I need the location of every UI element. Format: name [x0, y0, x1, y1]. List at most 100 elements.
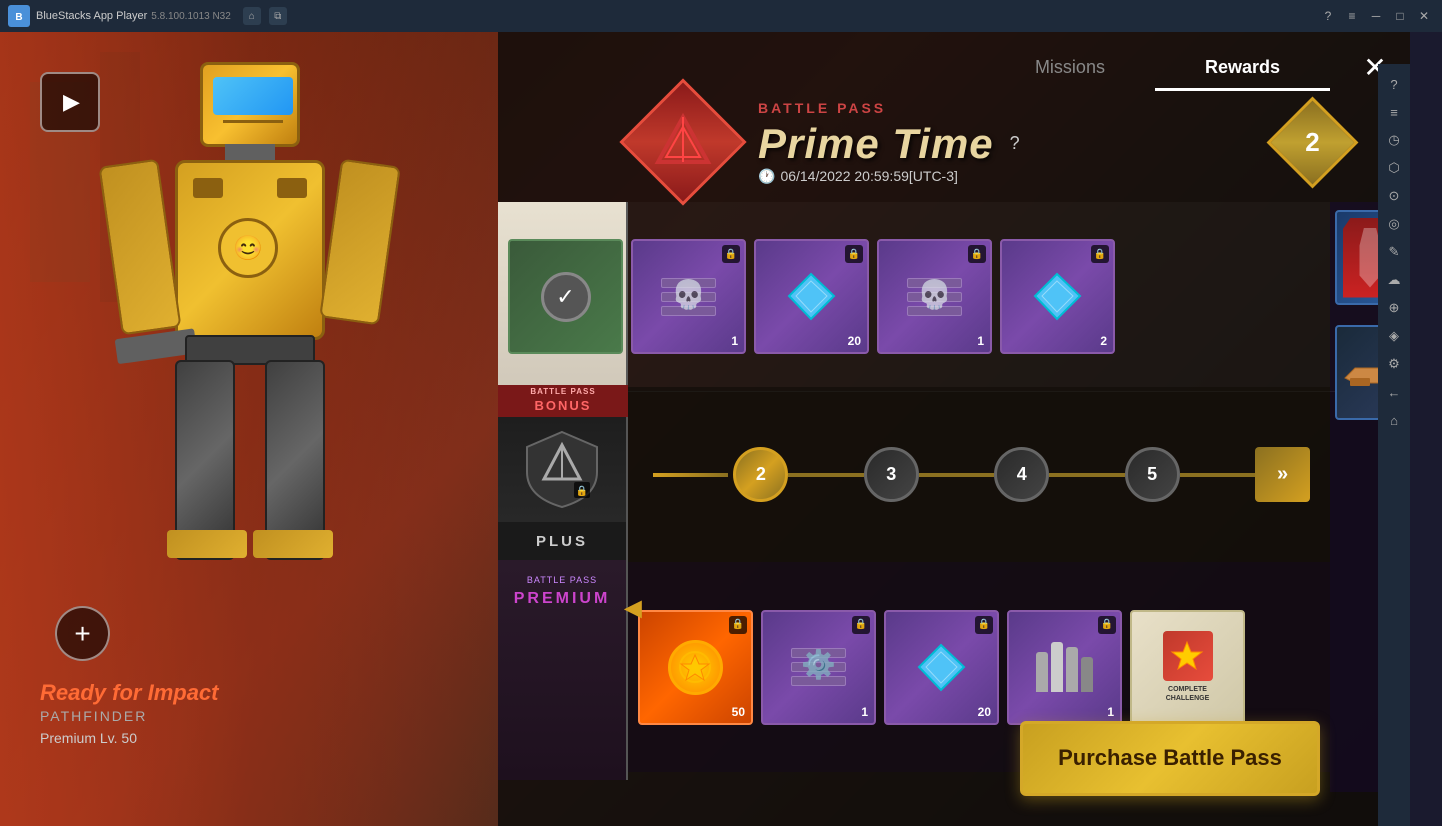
plus-tier-logo: 🔒	[522, 427, 602, 512]
menu-btn[interactable]: ≡	[1342, 6, 1362, 26]
bp-title-area: BATTLE PASS Prime Time ? 🕐 06/14/2022 20…	[758, 100, 1255, 185]
sidebar-icon-help[interactable]: ?	[1382, 72, 1406, 96]
character-level: Premium Lv. 50	[40, 730, 219, 746]
character-area: 😊	[0, 32, 500, 826]
sidebar-icon-target[interactable]: ◎	[1382, 212, 1406, 236]
clock-icon: 🕐	[758, 168, 775, 185]
close-window-btn[interactable]: ✕	[1414, 6, 1434, 26]
stacks-icon: 💀	[661, 278, 716, 316]
complete-challenge-text: COMPLETECHALLENGE	[1155, 623, 1221, 711]
play-button[interactable]	[40, 72, 100, 132]
sidebar-icon-add[interactable]: ⊕	[1382, 296, 1406, 320]
tier-bonus-label: BATTLE PASS BONUS	[498, 385, 628, 417]
check-icon: ✓	[541, 272, 591, 322]
diamond-icon-3	[784, 269, 839, 324]
reward-card-complete[interactable]: COMPLETECHALLENGE	[1130, 610, 1245, 725]
reward-card-diamond2[interactable]: 🔒 20	[884, 610, 999, 725]
right-sidebar: ? ≡ ◷ ⬡ ⊙ ◎ ✎ ☁ ⊕ ◈ ⚙ ← ⌂	[1378, 64, 1410, 826]
lock-icon-5: 🔒	[1091, 245, 1109, 263]
stacks-icon-4: 💀	[907, 278, 962, 316]
purchase-button-text: Purchase Battle Pass	[1058, 745, 1282, 771]
lock-icon-gear: 🔒	[852, 616, 870, 634]
lock-icon-gold: 🔒	[729, 616, 747, 634]
add-button[interactable]: +	[55, 606, 110, 661]
bp-subtitle: BATTLE PASS	[758, 100, 1255, 116]
sidebar-icon-back[interactable]: ←	[1382, 380, 1406, 404]
diamond-count-p: 20	[978, 705, 991, 719]
lock-icon-figures: 🔒	[1098, 616, 1116, 634]
level-number: 2	[1305, 127, 1319, 158]
character-info: Ready for Impact PATHFINDER Premium Lv. …	[40, 680, 219, 746]
titlebar: B BlueStacks App Player 5.8.100.1013 N32…	[0, 0, 1442, 32]
sidebar-icon-menu[interactable]: ≡	[1382, 100, 1406, 124]
gold-coin-icon	[668, 640, 723, 695]
minimize-btn[interactable]: ─	[1366, 6, 1386, 26]
tab-missions[interactable]: Missions	[985, 47, 1155, 91]
diamond-icon-p	[914, 640, 969, 695]
plus-label: PLUS	[498, 522, 628, 560]
apex-logo-emblem	[653, 112, 713, 172]
premium-label-text: PREMIUM	[514, 590, 611, 608]
bonus-row: ✓ 🔒 💀 1 🔒	[498, 202, 1410, 392]
svg-text:🔒: 🔒	[576, 485, 588, 497]
app-logo: B	[8, 5, 30, 27]
diamond-icon-5	[1030, 269, 1085, 324]
svg-text:B: B	[15, 12, 22, 23]
left-arrow-icon: ◄	[618, 592, 648, 626]
plus-label-text: PLUS	[536, 533, 588, 550]
reward-card-gear[interactable]: 🔒 ⚙️ 1	[761, 610, 876, 725]
gear-stacks-icon: ⚙️	[791, 648, 846, 686]
gold-count: 50	[732, 705, 745, 719]
multi-instance-icon[interactable]: ⧉	[269, 7, 287, 25]
sidebar-icon-recent[interactable]: ◷	[1382, 128, 1406, 152]
reward-card-gold[interactable]: 🔒 50	[638, 610, 753, 725]
character-figure: 😊	[30, 52, 450, 672]
sidebar-icon-gear[interactable]: ⚙	[1382, 352, 1406, 376]
app-name: BlueStacks App Player	[36, 10, 147, 22]
sidebar-icon-home[interactable]: ⌂	[1382, 408, 1406, 432]
level-node-2[interactable]: 2	[733, 447, 788, 502]
bp-emblem	[628, 87, 738, 197]
level-node-3[interactable]: 3	[864, 447, 919, 502]
level-node-4[interactable]: 4	[994, 447, 1049, 502]
lock-icon-d2: 🔒	[975, 616, 993, 634]
sidebar-icon-circle[interactable]: ⊙	[1382, 184, 1406, 208]
lock-icon-4: 🔒	[968, 245, 986, 263]
sidebar-icon-edit[interactable]: ✎	[1382, 240, 1406, 264]
lock-icon: 🔒	[722, 245, 740, 263]
forward-button[interactable]: »	[1255, 447, 1310, 502]
purchase-button[interactable]: Purchase Battle Pass	[1020, 721, 1320, 796]
reward-card-3[interactable]: 🔒 20	[754, 239, 869, 354]
home-icon[interactable]: ⌂	[243, 7, 261, 25]
header-tabs: Missions Rewards	[985, 47, 1330, 91]
sidebar-icon-cloud[interactable]: ☁	[1382, 268, 1406, 292]
card-count-4: 1	[977, 334, 984, 348]
level-nav-row: 2 3 4 5 »	[628, 387, 1330, 562]
reward-card-2[interactable]: 🔒 💀 1	[631, 239, 746, 354]
help-icon[interactable]: ?	[1010, 133, 1020, 154]
level-badge: 2	[1275, 105, 1350, 180]
reward-card-4[interactable]: 🔒 💀 1	[877, 239, 992, 354]
reward-card-figures[interactable]: 🔒 1	[1007, 610, 1122, 725]
figures-count: 1	[1107, 705, 1114, 719]
bp-header: BATTLE PASS Prime Time ? 🕐 06/14/2022 20…	[628, 92, 1350, 192]
maximize-btn[interactable]: □	[1390, 6, 1410, 26]
figures-icon	[1036, 642, 1093, 692]
card-count-3: 20	[848, 334, 861, 348]
app-version: 5.8.100.1013 N32	[151, 11, 231, 22]
sidebar-icon-diamond[interactable]: ◈	[1382, 324, 1406, 348]
card-count-5: 2	[1100, 334, 1107, 348]
reward-card-1[interactable]: ✓	[508, 239, 623, 354]
battle-pass-panel: Missions Rewards ✕ B	[498, 32, 1410, 826]
tab-rewards[interactable]: Rewards	[1155, 47, 1330, 91]
bonus-text: BATTLE PASS BONUS	[530, 387, 595, 414]
bp-title: Prime Time	[758, 120, 994, 168]
character-skin-name: Ready for Impact	[40, 680, 219, 706]
character-class: PATHFINDER	[40, 708, 219, 724]
premium-tier-area: BATTLE PASS PREMIUM	[498, 560, 628, 780]
gear-count: 1	[861, 705, 868, 719]
reward-card-5[interactable]: 🔒 2	[1000, 239, 1115, 354]
help-btn[interactable]: ?	[1318, 6, 1338, 26]
level-node-5[interactable]: 5	[1125, 447, 1180, 502]
sidebar-icon-hex[interactable]: ⬡	[1382, 156, 1406, 180]
